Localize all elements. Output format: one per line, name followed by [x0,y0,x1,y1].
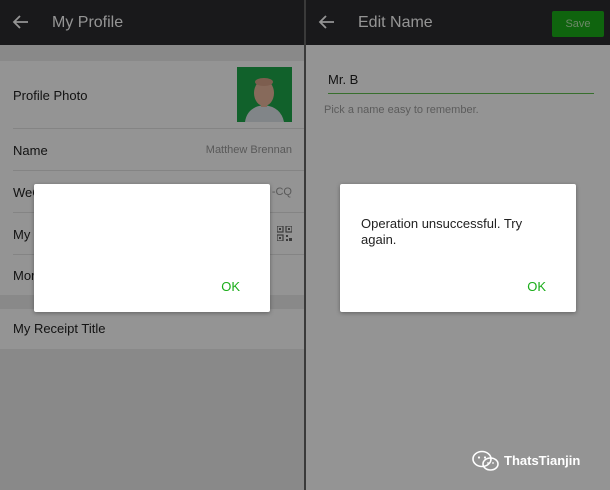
alert-dialog: OK [34,184,270,312]
watermark-text: ThatsTianjin [504,453,581,468]
ok-button[interactable]: OK [221,279,240,294]
wechat-icon [472,450,499,471]
topbar-dim-overlay [306,0,610,45]
error-dialog: Operation unsuccessful. Try again. OK [340,184,576,312]
ok-button[interactable]: OK [527,279,546,294]
dialog-message: Operation unsuccessful. Try again. [361,216,523,247]
topbar-dim-overlay [0,0,304,45]
